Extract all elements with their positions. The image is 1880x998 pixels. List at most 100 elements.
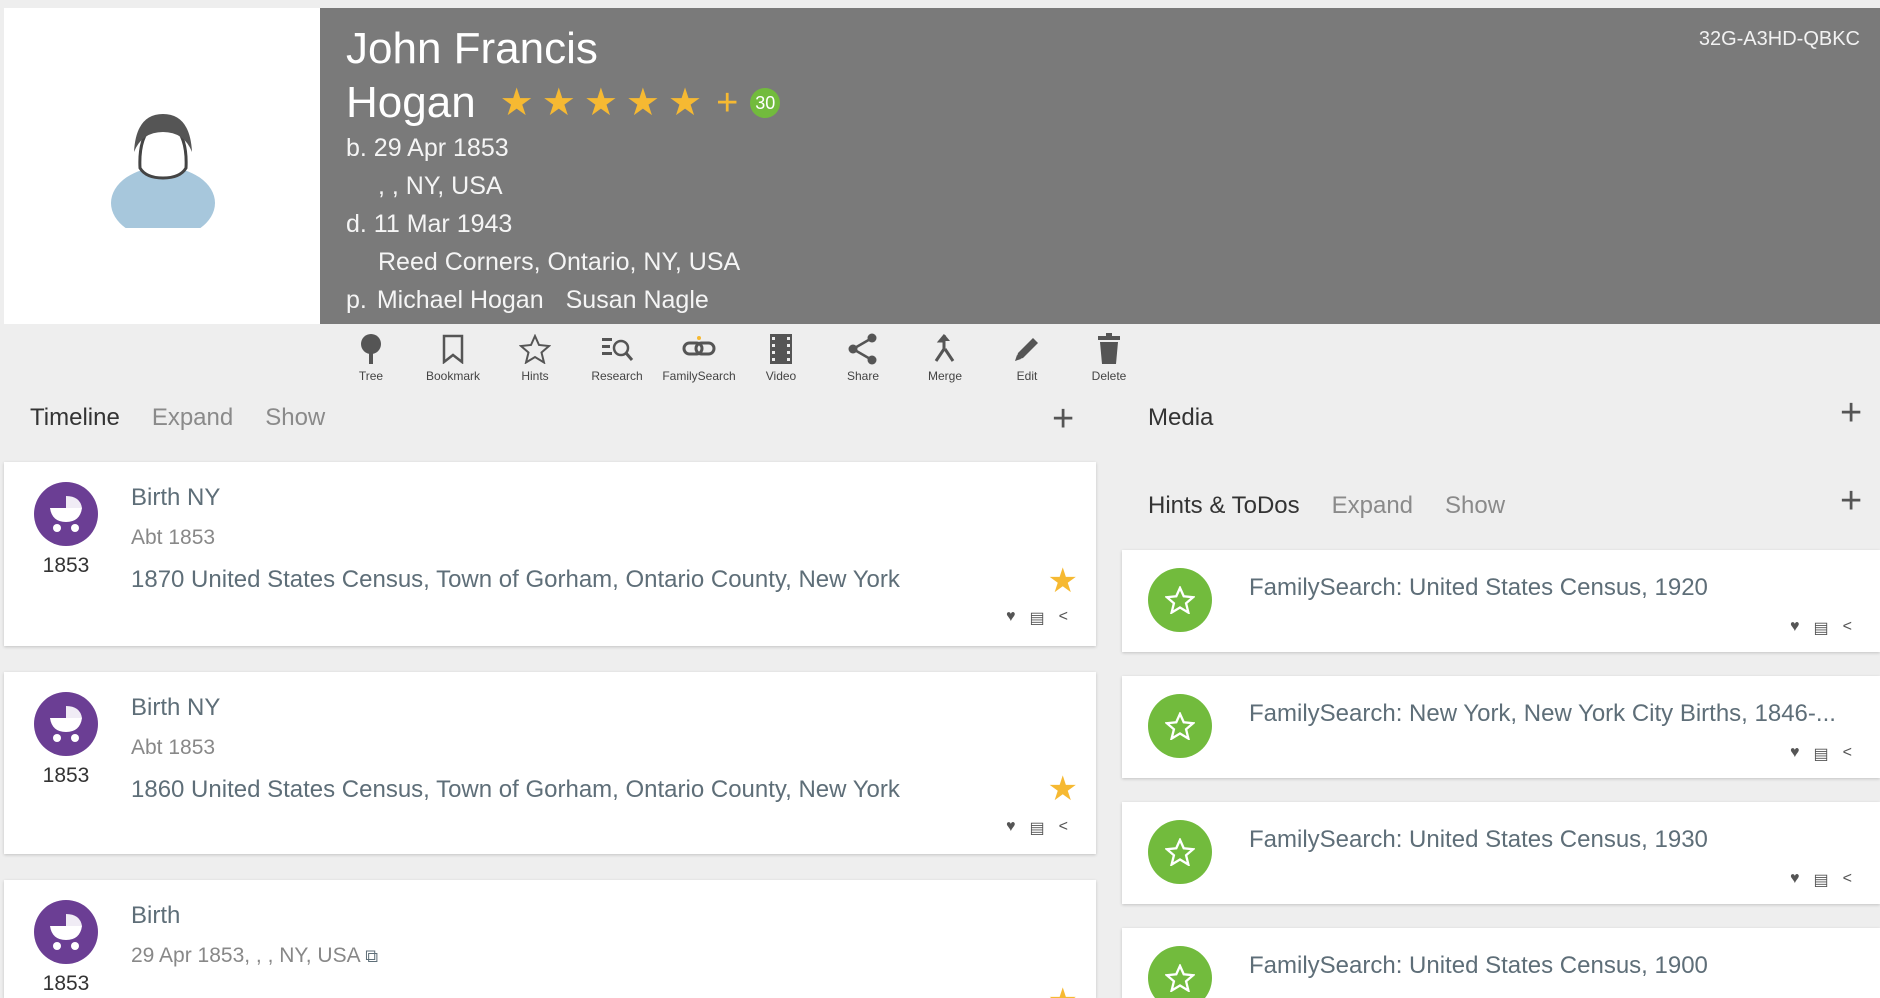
heart-icon[interactable]: ♥ xyxy=(1790,618,1800,638)
hint-card[interactable]: FamilySearch: United States Census, 1900 xyxy=(1122,928,1880,998)
share-icon[interactable]: < xyxy=(1843,870,1852,890)
share-icon[interactable]: < xyxy=(1843,618,1852,638)
score-badge[interactable]: 30 xyxy=(750,88,781,118)
star-icon[interactable]: ★ xyxy=(542,84,576,122)
parents-line: p. Michael Hogan Susan Nagle xyxy=(346,286,731,315)
star-outline-icon xyxy=(1148,568,1212,632)
hint-card[interactable]: FamilySearch: United States Census, 1930… xyxy=(1122,802,1880,904)
card-actions: ♥ ▤ < xyxy=(1790,870,1852,890)
hint-title[interactable]: FamilySearch: New York, New York City Bi… xyxy=(1249,700,1836,728)
share-icon xyxy=(846,332,880,366)
bookmark-button[interactable]: Bookmark xyxy=(412,332,494,383)
hint-title[interactable]: FamilySearch: United States Census, 1900 xyxy=(1249,952,1708,980)
hint-card[interactable]: FamilySearch: United States Census, 1920… xyxy=(1122,550,1880,652)
film-icon xyxy=(764,332,798,366)
event-title[interactable]: Birth NY xyxy=(131,694,220,722)
research-button[interactable]: Research xyxy=(576,332,658,383)
card-actions: ♥ ▤ < xyxy=(1006,608,1068,628)
star-outline-icon xyxy=(1148,946,1212,998)
event-source-link[interactable]: 1860 United States Census, Town of Gorha… xyxy=(131,776,900,804)
heart-icon[interactable]: ♥ xyxy=(1006,818,1016,838)
event-source-link[interactable]: 1870 United States Census, Town of Gorha… xyxy=(131,566,900,594)
comment-icon[interactable]: ▤ xyxy=(1814,618,1829,638)
card-actions: ♥ ▤ < xyxy=(1790,744,1852,764)
person-avatar[interactable] xyxy=(4,8,320,324)
star-icon[interactable]: ★ xyxy=(1048,564,1078,598)
person-first-names: John Francis xyxy=(346,24,598,73)
timeline-expand-link[interactable]: Expand xyxy=(152,404,233,432)
tool-label: Hints xyxy=(521,369,549,383)
event-date-place: 29 Apr 1853, , , NY, USA ⧉ xyxy=(131,944,378,968)
star-icon[interactable]: ★ xyxy=(668,84,702,122)
add-rating-button[interactable]: + xyxy=(716,84,738,122)
add-media-button[interactable]: + xyxy=(1840,394,1862,432)
share-button[interactable]: Share xyxy=(822,332,904,383)
add-hint-button[interactable]: + xyxy=(1840,482,1862,520)
comment-icon[interactable]: ▤ xyxy=(1030,818,1045,838)
star-icon[interactable]: ★ xyxy=(1048,984,1078,998)
add-timeline-event-button[interactable]: + xyxy=(1052,400,1074,438)
video-button[interactable]: Video xyxy=(740,332,822,383)
timeline-event-card[interactable]: 1853 Birth NY Abt 1853 1860 United State… xyxy=(4,672,1096,854)
hints-expand-link[interactable]: Expand xyxy=(1332,492,1413,520)
external-link-icon[interactable]: ⧉ xyxy=(365,946,378,966)
hint-title[interactable]: FamilySearch: United States Census, 1930 xyxy=(1249,826,1708,854)
heart-icon[interactable]: ♥ xyxy=(1790,870,1800,890)
tree-icon xyxy=(354,332,388,366)
person-silhouette-icon xyxy=(111,114,215,228)
star-outline-icon xyxy=(518,332,552,366)
edit-button[interactable]: Edit xyxy=(986,332,1068,383)
person-summary: 32G-A3HD-QBKC John Francis Hogan ★ ★ ★ ★… xyxy=(320,8,1880,324)
timeline-title: Timeline xyxy=(30,404,120,431)
share-icon[interactable]: < xyxy=(1059,608,1068,628)
person-header: 32G-A3HD-QBKC John Francis Hogan ★ ★ ★ ★… xyxy=(0,8,1880,324)
mother-link[interactable]: Susan Nagle xyxy=(566,286,709,314)
heart-icon[interactable]: ♥ xyxy=(1006,608,1016,628)
star-icon[interactable]: ★ xyxy=(1048,772,1078,806)
pencil-icon xyxy=(1010,332,1044,366)
tool-label: Video xyxy=(765,369,797,383)
timeline-show-link[interactable]: Show xyxy=(265,404,325,432)
share-icon[interactable]: < xyxy=(1843,744,1852,764)
rating-stars[interactable]: ★ ★ ★ ★ ★ xyxy=(500,84,702,122)
delete-button[interactable]: Delete xyxy=(1068,332,1150,383)
media-title: Media xyxy=(1148,404,1214,431)
comment-icon[interactable]: ▤ xyxy=(1814,744,1829,764)
hint-card[interactable]: FamilySearch: New York, New York City Bi… xyxy=(1122,676,1880,778)
baby-carriage-icon xyxy=(34,900,98,964)
card-actions: ♥ ▤ < xyxy=(1006,818,1068,838)
event-year: 1853 xyxy=(42,554,90,577)
tool-label: FamilySearch xyxy=(662,369,736,383)
comment-icon[interactable]: ▤ xyxy=(1030,608,1045,628)
hints-button[interactable]: Hints xyxy=(494,332,576,383)
birth-place: , , NY, USA xyxy=(378,172,503,200)
link-icon xyxy=(682,332,716,366)
star-icon[interactable]: ★ xyxy=(584,84,618,122)
hints-show-link[interactable]: Show xyxy=(1445,492,1505,520)
father-link[interactable]: Michael Hogan xyxy=(377,286,544,314)
event-date: Abt 1853 xyxy=(131,526,216,549)
comment-icon[interactable]: ▤ xyxy=(1814,870,1829,890)
hint-title[interactable]: FamilySearch: United States Census, 1920 xyxy=(1249,574,1708,602)
tool-label: Merge xyxy=(927,369,962,383)
heart-icon[interactable]: ♥ xyxy=(1790,744,1800,764)
tool-label: Research xyxy=(591,369,643,383)
media-header: Media xyxy=(1148,404,1213,432)
event-title[interactable]: Birth xyxy=(131,902,180,930)
event-title[interactable]: Birth NY xyxy=(131,484,220,512)
bookmark-icon xyxy=(436,332,470,366)
timeline-event-card[interactable]: 1853 Birth 29 Apr 1853, , , NY, USA ⧉ ★ xyxy=(4,880,1096,998)
event-year: 1853 xyxy=(42,764,90,787)
star-outline-icon xyxy=(1148,694,1212,758)
share-icon[interactable]: < xyxy=(1059,818,1068,838)
timeline-event-card[interactable]: 1853 Birth NY Abt 1853 1870 United State… xyxy=(4,462,1096,646)
trash-icon xyxy=(1092,332,1126,366)
tool-label: Edit xyxy=(1016,369,1038,383)
tree-button[interactable]: Tree xyxy=(330,332,412,383)
tool-label: Tree xyxy=(358,369,384,383)
familysearch-button[interactable]: FamilySearch xyxy=(658,332,740,383)
merge-button[interactable]: Merge xyxy=(904,332,986,383)
star-icon[interactable]: ★ xyxy=(500,84,534,122)
star-icon[interactable]: ★ xyxy=(626,84,660,122)
baby-carriage-icon xyxy=(34,482,98,546)
